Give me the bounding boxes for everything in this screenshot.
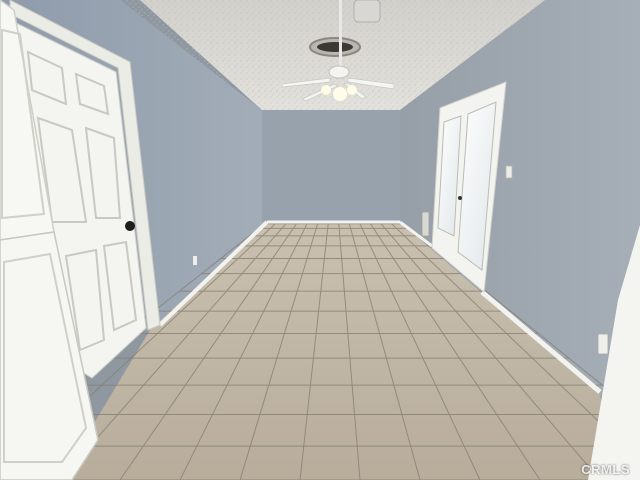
smoke-detector [353,0,381,23]
room-photo [0,0,640,480]
light-switch[interactable] [505,165,513,179]
wall-outlet-left [193,256,197,265]
crmls-watermark: CRMLS [581,462,630,477]
floor-vent [421,211,430,237]
wall-outlet-icon [597,333,609,355]
back-wall [262,110,400,222]
door-knob-icon[interactable] [125,221,135,231]
air-vent-grille [317,42,353,52]
french-door-handle[interactable] [458,196,462,200]
